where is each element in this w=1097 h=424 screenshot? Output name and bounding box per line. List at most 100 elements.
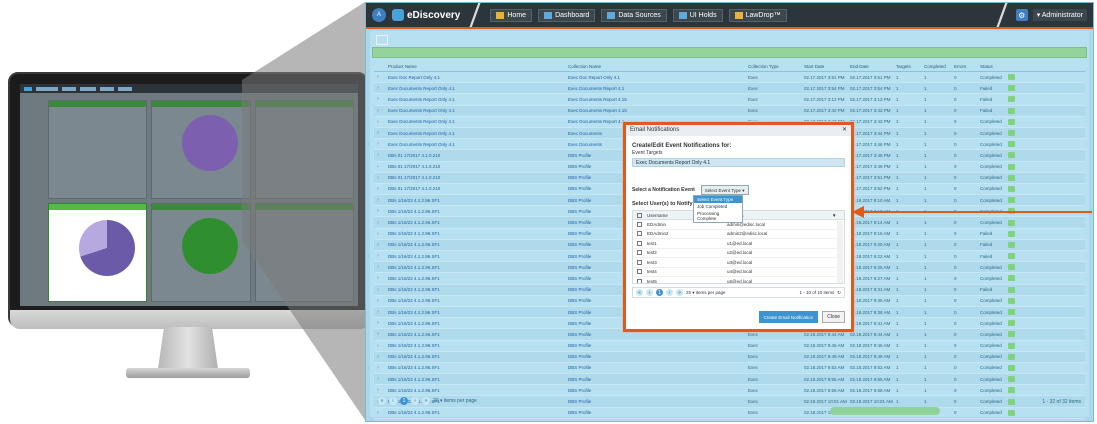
column-header[interactable]: Collection Name bbox=[568, 64, 748, 69]
table-row[interactable]: › Exec Documents Report Only 4.1 Exec Docu… bbox=[374, 94, 1085, 106]
table-cell-link[interactable]: DBs 1/16/22 4.1.2.96.SF1 bbox=[388, 388, 568, 393]
report-icon[interactable] bbox=[1008, 230, 1015, 237]
table-cell-link[interactable]: Exec Documents Report Only 4.1 bbox=[388, 119, 568, 124]
report-icon[interactable] bbox=[1008, 398, 1015, 405]
expand-row-icon[interactable]: › bbox=[374, 175, 388, 181]
table-cell-link[interactable]: DBs 1/16/22 4.1.2.96.SF1 bbox=[388, 198, 568, 203]
user-checkbox[interactable] bbox=[637, 269, 642, 275]
page-size-select[interactable]: 25 ▾ items per page bbox=[686, 290, 726, 296]
table-row[interactable]: ›DBs 1/16/22 4.1.2.96.SF1DBS ProfileExec… bbox=[374, 385, 1085, 397]
nav-lawdrop[interactable]: LawDrop™ bbox=[728, 8, 787, 22]
table-cell-link[interactable]: DBS Profile bbox=[568, 332, 748, 337]
column-header[interactable]: Targets bbox=[896, 64, 924, 69]
table-cell-link[interactable]: DBs 1/16/22 4.1.2.96.SF1 bbox=[388, 209, 568, 214]
create-email-notification-button[interactable]: Create Email Notification bbox=[758, 311, 819, 323]
close-icon[interactable]: ✕ bbox=[842, 125, 847, 136]
table-cell-link[interactable]: DBs 01 17/2017 4.1.0.210 bbox=[388, 164, 568, 169]
expand-row-icon[interactable]: › bbox=[374, 387, 388, 393]
first-page-button[interactable]: « bbox=[378, 397, 386, 405]
expand-row-icon[interactable]: › bbox=[374, 130, 388, 136]
table-cell-link[interactable]: Exec Documents Report Only 4.1 bbox=[388, 86, 568, 91]
report-icon[interactable] bbox=[1008, 275, 1015, 282]
report-icon[interactable] bbox=[1008, 387, 1015, 394]
table-cell-link[interactable]: DBs 1/16/22 4.1.2.96.SF1 bbox=[388, 276, 568, 281]
table-cell-link[interactable]: DBs 1/16/22 4.1.2.96.SF1 bbox=[388, 220, 568, 225]
report-icon[interactable] bbox=[1008, 309, 1015, 316]
first-page-button[interactable]: « bbox=[636, 289, 643, 296]
column-header[interactable]: Completed bbox=[924, 64, 954, 69]
user-checkbox[interactable] bbox=[637, 231, 642, 237]
report-icon[interactable] bbox=[1008, 420, 1015, 421]
expand-row-icon[interactable]: › bbox=[374, 152, 388, 158]
user-row[interactable]: EDAdmin2 admin2@edisc.local bbox=[633, 230, 844, 239]
column-header[interactable]: Errors bbox=[954, 64, 980, 69]
last-page-button[interactable]: » bbox=[676, 289, 683, 296]
table-cell-link[interactable]: Exec Doc Report Only 4.1 bbox=[388, 75, 568, 80]
event-option[interactable]: Processing Complete bbox=[694, 210, 742, 222]
nav-data-sources[interactable]: Data Sources bbox=[601, 8, 667, 22]
expand-row-icon[interactable]: › bbox=[374, 242, 388, 248]
expand-row-icon[interactable]: › bbox=[374, 220, 388, 226]
table-cell-link[interactable]: DBs 1/16/22 4.1.2.96.SF1 bbox=[388, 242, 568, 247]
user-row[interactable]: test1 u1@ed.local bbox=[633, 239, 844, 249]
gear-icon[interactable]: ⚙ bbox=[1015, 9, 1028, 21]
table-cell-link[interactable]: DBs 1/16/22 4.1.2.96.SF1 bbox=[388, 231, 568, 236]
user-row[interactable]: test4 u4@ed.local bbox=[633, 268, 844, 277]
table-cell-link[interactable]: DBs 1/16/22 4.1.2.96.SF1 bbox=[388, 287, 568, 292]
table-cell-link[interactable]: DBs 1/16/22 4.1.2.96.SF1 bbox=[388, 254, 568, 259]
table-row[interactable]: ›DBs 1/16/22 4.1.2.96.SF1DBS ProfileExec… bbox=[374, 341, 1085, 352]
table-row[interactable]: ›DBs 1/16/22 4.1.2.96.SF1DBS ProfileExec… bbox=[374, 418, 1085, 422]
report-icon[interactable] bbox=[1008, 185, 1015, 192]
user-checkbox[interactable] bbox=[637, 250, 642, 256]
expand-row-icon[interactable]: › bbox=[374, 309, 388, 315]
table-cell-link[interactable]: Exec Documents Report Only 4.1 bbox=[388, 108, 568, 113]
report-icon[interactable] bbox=[1008, 163, 1015, 170]
report-icon[interactable] bbox=[1008, 409, 1015, 416]
table-row[interactable]: ›DBs 1/16/22 4.1.2.96.SF1DBS ProfileExec… bbox=[374, 351, 1085, 363]
table-row[interactable]: › Exec Documents Report Only 4.1 Exec Docu… bbox=[374, 83, 1085, 95]
expand-row-icon[interactable]: › bbox=[374, 208, 388, 214]
report-icon[interactable] bbox=[1008, 331, 1015, 338]
brand[interactable]: eDiscovery bbox=[392, 9, 460, 21]
refresh-icon[interactable]: ↻ bbox=[837, 290, 841, 296]
expand-row-icon[interactable]: › bbox=[374, 331, 388, 337]
report-icon[interactable] bbox=[1008, 364, 1015, 371]
report-icon[interactable] bbox=[1008, 376, 1015, 383]
report-icon[interactable] bbox=[1008, 141, 1015, 148]
grid-toggle-icon[interactable] bbox=[376, 35, 388, 45]
table-row[interactable]: ›DBs 1/16/22 4.1.2.96.SF1DBS ProfileExec… bbox=[374, 396, 1085, 408]
filter-icon[interactable]: ▼ bbox=[832, 213, 844, 218]
table-cell-link[interactable]: Exec Doc Report Only 4.1 bbox=[568, 75, 748, 80]
table-cell-link[interactable]: DBS Profile bbox=[568, 354, 748, 359]
table-cell-link[interactable]: DBS Profile bbox=[568, 421, 748, 422]
report-icon[interactable] bbox=[1008, 174, 1015, 181]
column-header[interactable]: Status bbox=[980, 64, 1008, 69]
table-cell-link[interactable]: DBS Profile bbox=[568, 377, 748, 382]
expand-row-icon[interactable]: › bbox=[374, 287, 388, 293]
report-icon[interactable] bbox=[1008, 286, 1015, 293]
expand-row-icon[interactable]: › bbox=[374, 231, 388, 237]
expand-row-icon[interactable]: › bbox=[374, 320, 388, 326]
table-cell-link[interactable]: DBs 1/16/22 4.1.2.96.SF1 bbox=[388, 265, 568, 270]
expand-row-icon[interactable]: › bbox=[374, 275, 388, 281]
user-row[interactable]: test5 u5@ed.local bbox=[633, 277, 844, 283]
expand-row-icon[interactable]: › bbox=[374, 85, 388, 91]
table-row[interactable]: ›DBs 1/16/22 4.1.2.96.SF1DBS ProfileExec… bbox=[374, 363, 1085, 375]
close-button[interactable]: Close bbox=[822, 311, 845, 323]
event-option[interactable]: Job Completed bbox=[694, 203, 742, 210]
next-page-button[interactable]: › bbox=[666, 289, 673, 296]
user-menu[interactable]: ▾ Administrator bbox=[1032, 9, 1087, 21]
expand-row-icon[interactable]: › bbox=[374, 264, 388, 270]
expand-row-icon[interactable]: › bbox=[374, 376, 388, 382]
next-page-button[interactable]: › bbox=[411, 397, 419, 405]
table-row[interactable]: › Exec Documents Report Only 4.1 Exec Docu… bbox=[374, 105, 1085, 117]
report-icon[interactable] bbox=[1008, 197, 1015, 204]
report-icon[interactable] bbox=[1008, 152, 1015, 159]
expand-row-icon[interactable]: › bbox=[374, 354, 388, 360]
report-icon[interactable] bbox=[1008, 96, 1015, 103]
expand-row-icon[interactable]: › bbox=[374, 186, 388, 192]
expand-row-icon[interactable]: › bbox=[374, 197, 388, 203]
report-icon[interactable] bbox=[1008, 219, 1015, 226]
table-cell-link[interactable]: Exec Documents Report 4.15 bbox=[568, 108, 748, 113]
column-header[interactable]: Product Name bbox=[388, 64, 568, 69]
